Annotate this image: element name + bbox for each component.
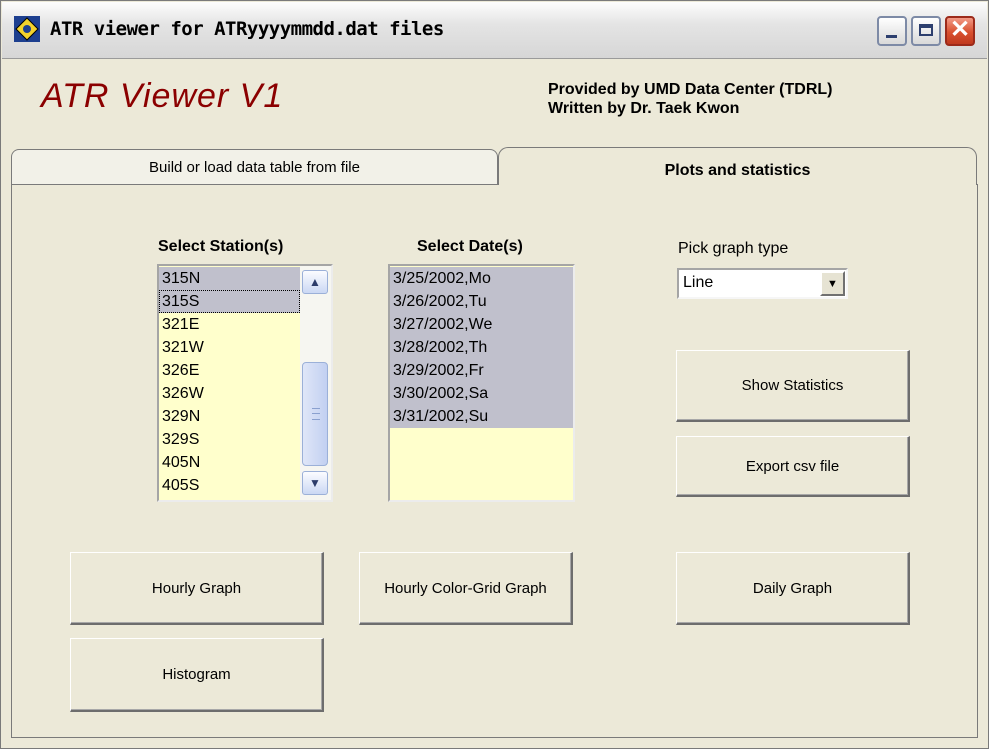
dates-label: Select Date(s) [417,238,523,255]
station-list: 315N 315S 321E 321W 326E 326W 329N 329S 405N 405S [159,267,300,497]
minimize-button[interactable] [877,16,907,46]
station-listbox[interactable]: 315N 315S 321E 321W 326E 326W 329N 329S 405N 405S… [157,264,333,502]
close-icon: ✕ [949,16,971,43]
grip-icon [312,408,320,420]
list-item[interactable]: 405N [159,451,300,474]
scroll-down-button[interactable]: ▼ [302,471,328,495]
stations-label: Select Station(s) [158,238,284,255]
dropdown-button[interactable]: ▼ [820,271,845,296]
hourly-color-grid-button[interactable]: Hourly Color-Grid Graph [359,552,573,625]
list-item[interactable]: 315S [159,290,300,313]
graph-type-value: Line [683,274,714,291]
scroll-up-button[interactable]: ▲ [302,270,328,294]
tab-plots-statistics[interactable]: Plots and statistics [498,147,977,185]
window-title: ATR viewer for ATRyyyymmdd.dat files [50,18,444,40]
maximize-icon [919,24,933,36]
list-item[interactable]: 329N [159,405,300,428]
close-button[interactable]: ✕ [945,16,975,46]
list-item[interactable]: 3/26/2002,Tu [390,290,573,313]
station-scrollbar[interactable]: ▲ ▼ [300,266,331,500]
show-statistics-button[interactable]: Show Statistics [676,350,910,422]
app-icon [14,16,40,42]
list-item[interactable]: 3/25/2002,Mo [390,267,573,290]
list-item[interactable]: 315N [159,267,300,290]
graph-type-select[interactable]: Line ▼ [677,268,848,299]
date-listbox[interactable]: 3/25/2002,Mo 3/26/2002,Tu 3/27/2002,We 3/28… [388,264,575,502]
app-window: ATR viewer for ATRyyyymmdd.dat files ✕ A… [0,0,989,749]
credit-provider: Provided by UMD Data Center (TDRL) [548,81,833,98]
title-bar[interactable]: ATR viewer for ATRyyyymmdd.dat files ✕ [2,2,987,59]
minimize-icon [886,35,897,38]
scroll-thumb[interactable] [302,362,328,466]
list-item[interactable]: 3/27/2002,We [390,313,573,336]
list-item[interactable]: 3/28/2002,Th [390,336,573,359]
tab-build-load[interactable]: Build or load data table from file [11,149,498,184]
chevron-down-icon: ▼ [309,476,321,490]
graph-type-label: Pick graph type [678,240,789,257]
list-item[interactable]: 321E [159,313,300,336]
list-item[interactable]: 3/30/2002,Sa [390,382,573,405]
list-item[interactable]: 329S [159,428,300,451]
app-title: ATR Viewer V1 [41,77,284,115]
list-item[interactable]: 405S [159,474,300,497]
list-item[interactable]: 3/29/2002,Fr [390,359,573,382]
list-item[interactable]: 326W [159,382,300,405]
date-list: 3/25/2002,Mo 3/26/2002,Tu 3/27/2002,We 3/28… [390,267,573,428]
export-csv-button[interactable]: Export csv file [676,436,910,497]
list-item[interactable]: 3/31/2002,Su [390,405,573,428]
hourly-graph-button[interactable]: Hourly Graph [70,552,324,625]
maximize-button[interactable] [911,16,941,46]
credit-author: Written by Dr. Taek Kwon [548,100,740,117]
list-item[interactable]: 326E [159,359,300,382]
histogram-button[interactable]: Histogram [70,638,324,712]
chevron-down-icon: ▼ [827,278,838,290]
chevron-up-icon: ▲ [309,275,321,289]
list-item[interactable]: 321W [159,336,300,359]
daily-graph-button[interactable]: Daily Graph [676,552,910,625]
